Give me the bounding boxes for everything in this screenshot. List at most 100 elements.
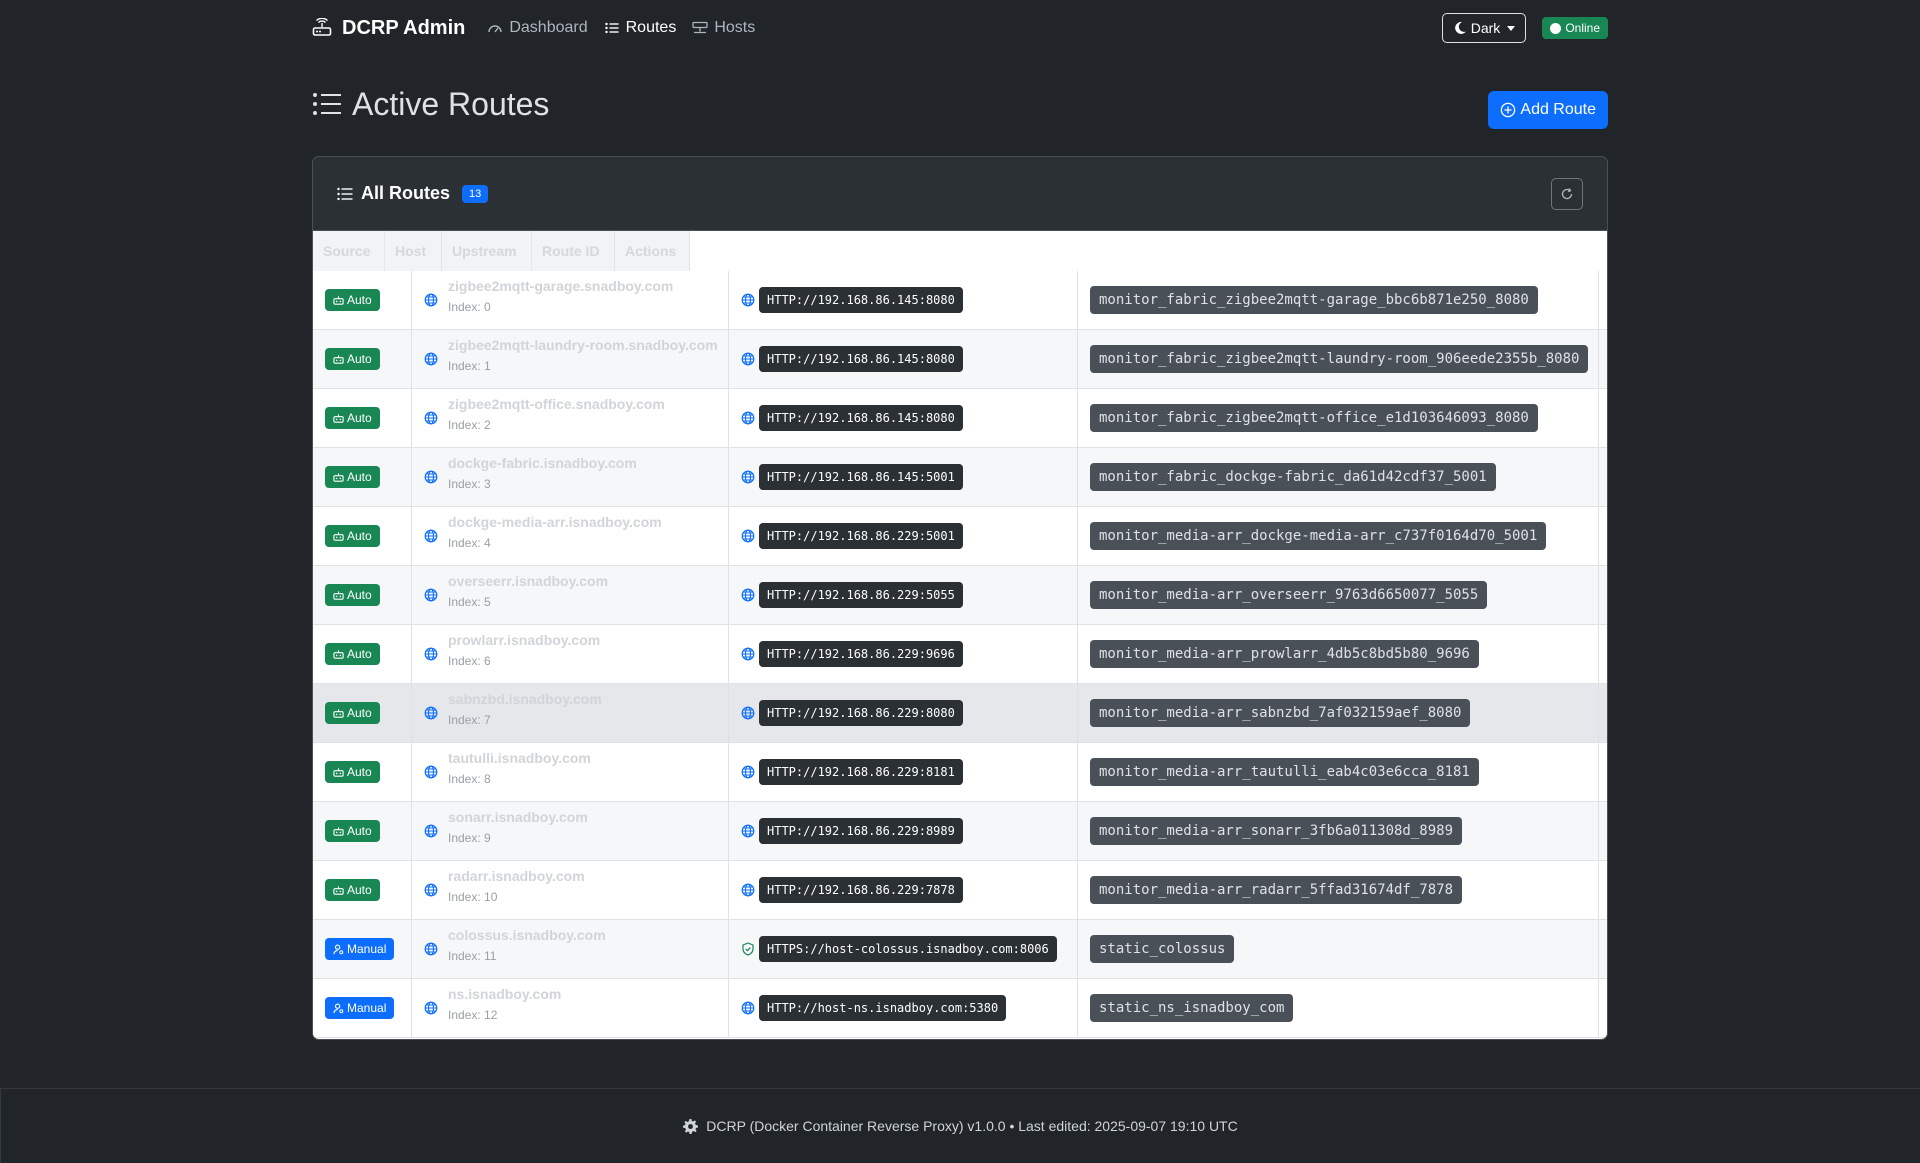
- robot-icon: [333, 531, 344, 541]
- source-badge: Auto: [325, 584, 380, 606]
- list-icon: [604, 22, 619, 34]
- robot-icon: [333, 708, 344, 718]
- refresh-button[interactable]: [1551, 177, 1583, 210]
- globe-icon: [741, 824, 755, 838]
- table-row[interactable]: Auto prowlarr.isnadboy.com Index: 6 HTTP://…: [313, 625, 1607, 684]
- source-label: Auto: [347, 352, 372, 366]
- host-name[interactable]: dockge-media-arr.isnadboy.com: [448, 514, 662, 530]
- col-route-id[interactable]: Route ID: [532, 231, 615, 271]
- upstream-url: HTTP://192.168.86.229:5055: [759, 582, 963, 608]
- table-row[interactable]: Auto zigbee2mqtt-garage.snadboy.com Index:…: [313, 271, 1607, 330]
- source-badge: Manual: [325, 997, 395, 1019]
- host-index: Index: 10: [448, 890, 498, 904]
- route-id: static_colossus: [1090, 935, 1235, 963]
- source-badge: Manual: [325, 938, 395, 960]
- source-cell: Manual: [313, 979, 412, 1037]
- route-id-cell: monitor_fabric_zigbee2mqtt-office_e1d103…: [1078, 389, 1599, 447]
- source-badge: Auto: [325, 407, 380, 429]
- host-cell: overseerr.isnadboy.com Index: 5: [412, 566, 729, 624]
- source-label: Auto: [347, 883, 372, 897]
- table-row[interactable]: Auto sabnzbd.isnadboy.com Index: 7 HTTP://1…: [313, 684, 1607, 743]
- table-row[interactable]: Auto tautulli.isnadboy.com Index: 8 HTTP://…: [313, 743, 1607, 802]
- route-id: monitor_media-arr_overseerr_9763d6650077…: [1090, 581, 1488, 609]
- brand[interactable]: DCRP Admin: [312, 17, 465, 40]
- col-actions[interactable]: Actions: [615, 231, 690, 271]
- source-label: Auto: [347, 588, 372, 602]
- routes-table: Source Host Upstream Route ID Actions Au…: [313, 231, 1607, 1039]
- table-row[interactable]: Auto sonarr.isnadboy.com Index: 9 HTTP://19…: [313, 802, 1607, 861]
- host-name[interactable]: radarr.isnadboy.com: [448, 868, 585, 884]
- host-cell: zigbee2mqtt-garage.snadboy.com Index: 0: [412, 271, 729, 329]
- table-row[interactable]: Auto radarr.isnadboy.com Index: 10 HTTP://1…: [313, 861, 1607, 920]
- add-route-label: Add Route: [1520, 101, 1596, 118]
- routes-card: All Routes 13 Source Host Upstream Route…: [312, 156, 1608, 1040]
- upstream-cell: HTTP://192.168.86.145:8080: [729, 271, 1078, 329]
- nav-routes[interactable]: Routes: [604, 19, 676, 37]
- source-cell: Auto: [313, 271, 412, 329]
- nav-hosts[interactable]: Hosts: [692, 19, 755, 37]
- theme-label: Dark: [1470, 20, 1501, 36]
- host-name[interactable]: colossus.isnadboy.com: [448, 927, 606, 943]
- host-index: Index: 3: [448, 477, 491, 491]
- host-name[interactable]: sabnzbd.isnadboy.com: [448, 691, 602, 707]
- source-cell: Auto: [313, 330, 412, 388]
- actions-cell: [1599, 802, 1607, 860]
- upstream-cell: HTTP://192.168.86.229:5055: [729, 566, 1078, 624]
- upstream-cell: HTTP://192.168.86.229:5001: [729, 507, 1078, 565]
- host-cell: zigbee2mqtt-office.snadboy.com Index: 2: [412, 389, 729, 447]
- source-label: Auto: [347, 765, 372, 779]
- table-row[interactable]: Auto zigbee2mqtt-laundry-room.snadboy.com…: [313, 330, 1607, 389]
- globe-icon: [741, 588, 755, 602]
- host-name[interactable]: sonarr.isnadboy.com: [448, 809, 588, 825]
- source-badge: Auto: [325, 879, 380, 901]
- host-name[interactable]: tautulli.isnadboy.com: [448, 750, 591, 766]
- table-row[interactable]: Auto dockge-media-arr.isnadboy.com Index: …: [313, 507, 1607, 566]
- upstream-cell: HTTP://host-ns.isnadboy.com:5380: [729, 979, 1078, 1037]
- host-name[interactable]: zigbee2mqtt-laundry-room.snadboy.com: [448, 337, 718, 353]
- globe-icon: [424, 1001, 438, 1015]
- theme-dropdown[interactable]: Dark: [1441, 13, 1527, 43]
- route-id-cell: monitor_media-arr_radarr_5ffad31674df_78…: [1078, 861, 1599, 919]
- table-row[interactable]: Manual ns.isnadboy.com Index: 12 HTTP://hos…: [313, 979, 1607, 1038]
- upstream-url: HTTP://192.168.86.229:5001: [759, 523, 963, 549]
- host-index: Index: 1: [448, 359, 491, 373]
- table-row[interactable]: Auto zigbee2mqtt-office.snadboy.com Index:…: [313, 389, 1607, 448]
- table-row[interactable]: Auto dockge-fabric.isnadboy.com Index: 3 HT…: [313, 448, 1607, 507]
- route-id: monitor_media-arr_sonarr_3fb6a011308d_89…: [1090, 817, 1463, 845]
- upstream-url: HTTP://192.168.86.229:8080: [759, 700, 963, 726]
- host-name[interactable]: prowlarr.isnadboy.com: [448, 632, 600, 648]
- host-name[interactable]: zigbee2mqtt-garage.snadboy.com: [448, 278, 673, 294]
- upstream-cell: HTTP://192.168.86.145:5001: [729, 448, 1078, 506]
- upstream-cell: HTTP://192.168.86.229:8080: [729, 684, 1078, 742]
- host-name[interactable]: dockge-fabric.isnadboy.com: [448, 455, 637, 471]
- upstream-cell: HTTP://192.168.86.229:8181: [729, 743, 1078, 801]
- route-id: monitor_fabric_dockge-fabric_da61d42cdf3…: [1090, 463, 1496, 491]
- nav-dashboard[interactable]: Dashboard: [487, 19, 588, 37]
- table-row[interactable]: Manual colossus.isnadboy.com Index: 11 HTTP…: [313, 920, 1607, 979]
- source-badge: Auto: [325, 761, 380, 783]
- actions-cell: [1599, 743, 1607, 801]
- host-name[interactable]: overseerr.isnadboy.com: [448, 573, 608, 589]
- col-source[interactable]: Source: [313, 231, 385, 271]
- robot-icon: [333, 767, 344, 777]
- globe-icon: [424, 293, 438, 307]
- hdd-network-icon: [692, 21, 708, 34]
- upstream-cell: HTTP://192.168.86.229:9696: [729, 625, 1078, 683]
- globe-icon: [424, 942, 438, 956]
- host-cell: ns.isnadboy.com Index: 12: [412, 979, 729, 1037]
- actions-cell: [1599, 271, 1607, 329]
- route-id-cell: monitor_media-arr_dockge-media-arr_c737f…: [1078, 507, 1599, 565]
- add-route-button[interactable]: Add Route: [1488, 91, 1608, 129]
- host-index: Index: 7: [448, 713, 491, 727]
- source-label: Manual: [347, 1001, 387, 1015]
- router-icon: [312, 18, 332, 36]
- route-id-cell: monitor_media-arr_sonarr_3fb6a011308d_89…: [1078, 802, 1599, 860]
- robot-icon: [333, 590, 344, 600]
- source-cell: Auto: [313, 566, 412, 624]
- actions-cell: [1599, 566, 1607, 624]
- table-row[interactable]: Auto overseerr.isnadboy.com Index: 5 HTTP:/…: [313, 566, 1607, 625]
- host-name[interactable]: ns.isnadboy.com: [448, 986, 561, 1002]
- col-upstream[interactable]: Upstream: [442, 231, 532, 271]
- host-name[interactable]: zigbee2mqtt-office.snadboy.com: [448, 396, 665, 412]
- col-host[interactable]: Host: [385, 231, 442, 271]
